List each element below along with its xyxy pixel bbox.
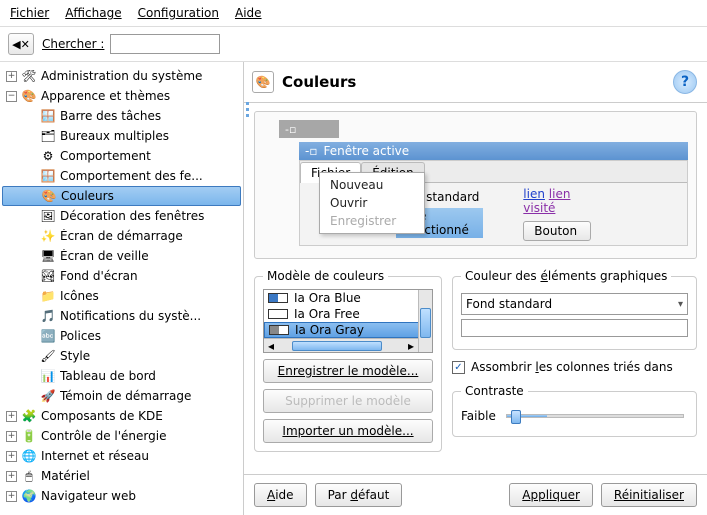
menu-file[interactable]: Fichier — [10, 6, 49, 20]
back-button[interactable]: ◀✕ — [8, 33, 34, 55]
apply-button[interactable]: Appliquer — [509, 483, 593, 507]
help-button[interactable]: Aide — [254, 483, 307, 507]
tree-colors[interactable]: 🎨Couleurs — [2, 186, 241, 206]
tree-sysnotif[interactable]: 🎵Notifications du systè... — [2, 306, 241, 326]
import-scheme-button[interactable]: Importer un modèle... — [263, 419, 433, 443]
reset-button[interactable]: Réinitialiser — [601, 483, 697, 507]
tree-taskbar[interactable]: 🪟Barre des tâches — [2, 106, 241, 126]
page-icon: 🎨 — [252, 71, 274, 93]
delete-scheme-button: Supprimer le modèle — [263, 389, 433, 413]
help-icon[interactable]: ? — [673, 70, 697, 94]
widget-element-combo[interactable]: Fond standard — [461, 293, 688, 315]
preview-link: lien — [523, 187, 545, 201]
tree-style[interactable]: 🖌Style — [2, 346, 241, 366]
tree-web[interactable]: +🌍Navigateur web — [2, 486, 241, 506]
contrast-legend: Contraste — [461, 384, 528, 398]
tree-multidesk[interactable]: 🗂Bureaux multiples — [2, 126, 241, 146]
search-input[interactable] — [110, 34, 220, 54]
tree-icons[interactable]: 📁Icônes — [2, 286, 241, 306]
tree-ssaver[interactable]: 🖥Écran de veille — [2, 246, 241, 266]
contrast-low-label: Faible — [461, 409, 496, 423]
defaults-button[interactable]: Par défaut — [315, 483, 403, 507]
category-tree[interactable]: +🛠Administration du système−🎨Apparence e… — [0, 62, 244, 515]
tree-power[interactable]: +🔋Contrôle de l'énergie — [2, 426, 241, 446]
search-label: Chercher : — [42, 37, 104, 51]
preview-open-menu: Nouveau Ouvrir Enregistrer — [319, 172, 425, 234]
tree-winbeh[interactable]: 🪟Comportement des fe... — [2, 166, 241, 186]
menu-help[interactable]: Aide — [235, 6, 262, 20]
preview-button: Bouton — [523, 221, 591, 241]
dialog-footer: Aide Par défaut Appliquer Réinitialiser — [244, 474, 707, 515]
tree-net[interactable]: +🌐Internet et réseau — [2, 446, 241, 466]
color-preview: -▫ -▫Fenêtre active Fichier Édition exte… — [254, 111, 697, 259]
tree-wallpaper[interactable]: 🏞Fond d'écran — [2, 266, 241, 286]
save-scheme-button[interactable]: Enregistrer le modèle... — [263, 359, 433, 383]
darken-label: Assombrir les colonnes triés dans — [471, 360, 673, 374]
scheme-hscroll[interactable]: ◂▸ — [264, 338, 418, 352]
toolbar: ◀✕ Chercher : — [0, 27, 707, 62]
inactive-window-title: -▫ — [279, 120, 339, 138]
contrast-group: Contraste Faible — [452, 384, 697, 437]
active-window-title: -▫Fenêtre active — [299, 142, 688, 160]
menubar: Fichier Affichage Configuration Aide — [0, 0, 707, 27]
darken-columns-row[interactable]: ✓ Assombrir les colonnes triés dans — [452, 360, 697, 374]
menu-config[interactable]: Configuration — [138, 6, 219, 20]
scheme-vscroll[interactable] — [418, 290, 432, 352]
scheme-list[interactable]: Ia Ora Blue Ia Ora Free Ia Ora Gray ◂▸ — [263, 289, 433, 353]
tree-splash[interactable]: ✨Écran de démarrage — [2, 226, 241, 246]
color-value-button[interactable] — [461, 319, 688, 337]
tree-hw[interactable]: +🖱Matériel — [2, 466, 241, 486]
widget-legend: Couleur des éléments graphiques — [461, 269, 671, 283]
color-scheme-group: Modèle de couleurs Ia Ora Blue Ia Ora Fr… — [254, 269, 442, 452]
tree-appear[interactable]: −🎨Apparence et thèmes — [2, 86, 241, 106]
contrast-slider[interactable] — [506, 414, 684, 418]
tree-windec[interactable]: 🖼Décoration des fenêtres — [2, 206, 241, 226]
scheme-legend: Modèle de couleurs — [263, 269, 388, 283]
page-title: Couleurs — [282, 73, 665, 91]
widget-color-group: Couleur des éléments graphiques Fond sta… — [452, 269, 697, 350]
tree-fonts[interactable]: 🔤Polices — [2, 326, 241, 346]
menu-view[interactable]: Affichage — [65, 6, 121, 20]
settings-panel: 🎨 Couleurs ? -▫ -▫Fenêtre active Fichier… — [244, 62, 707, 515]
darken-checkbox[interactable]: ✓ — [452, 361, 465, 374]
tree-behavior[interactable]: ⚙Comportement — [2, 146, 241, 166]
tree-admin[interactable]: +🛠Administration du système — [2, 66, 241, 86]
tree-kdecomp[interactable]: +🧩Composants de KDE — [2, 406, 241, 426]
tree-panel[interactable]: 📊Tableau de bord — [2, 366, 241, 386]
tree-bootind[interactable]: 🚀Témoin de démarrage — [2, 386, 241, 406]
